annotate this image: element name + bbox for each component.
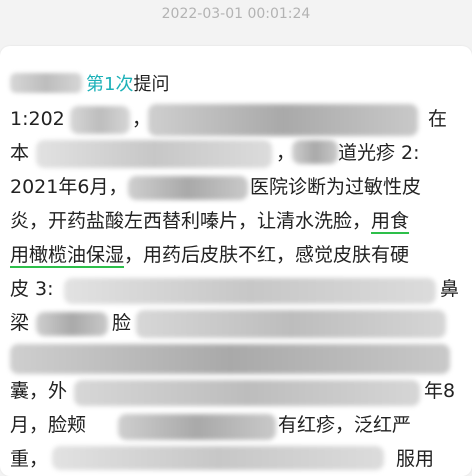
redaction-block [36,140,272,168]
line-text: 年8 [424,380,456,402]
highlighted-text: 用食 [371,210,410,232]
redaction-block [10,344,450,374]
redaction-block [64,278,436,304]
line-text: 鼻 [440,278,460,300]
text-line-5: 用橄榄油保湿，用药后皮肤不红，感觉皮肤有硬 [10,238,409,272]
redaction-block [128,176,248,200]
ask-label: 提问 [133,74,170,95]
message-timestamp: 2022-03-01 00:01:24 [161,6,311,22]
line-text: 2021年6月， [10,176,128,198]
redaction-block [74,380,420,406]
watermark: @ 医生 [236,258,273,271]
line-text: 本 [10,142,30,164]
line-text: 囊，外 [10,380,68,402]
redaction-block [292,140,338,164]
redaction-block [136,310,446,338]
line-text: 医院诊断为过敏性皮 [250,176,422,198]
ask-count: 第1次 [86,74,134,95]
question-header: 第1次 提问 [10,70,169,96]
line-text: 服用 [396,448,435,470]
line-text: 重， [10,448,49,470]
line-text: 有红疹，泛红严 [278,414,412,436]
highlighted-text: 用橄榄油保湿 [10,244,125,266]
redaction-block [70,106,130,134]
text-line-4: 炎，开药盐酸左西替利嗪片，让清水洗脸，用食 [10,204,409,238]
line-text: 炎，开药盐酸左西替利嗪片，让清水洗脸， [10,210,372,232]
redaction-block [148,104,418,136]
line-text: 脸 [112,312,132,334]
text-line-1: 1:202 [10,102,65,136]
line-text: 在 [428,108,448,130]
line-text: 皮 3: [10,278,54,300]
redaction-block [52,446,384,470]
redaction-block [36,312,108,336]
line-text: 1:202 [10,108,65,130]
line-text: 道光疹 2: [338,142,420,164]
redacted-username [10,73,82,93]
redaction-block [118,414,276,440]
line-text: 月，脸颊 [10,414,87,436]
line-text: 梁 [10,312,30,334]
